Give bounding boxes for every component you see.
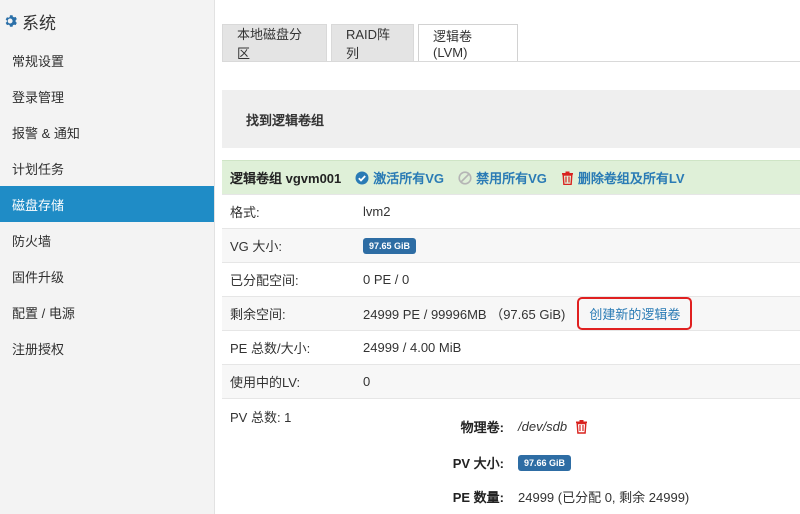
pe-total-row: PE 总数/大小: 24999 / 4.00 MiB: [222, 330, 800, 364]
trash-icon[interactable]: [575, 419, 588, 434]
sidebar-title: 系统: [22, 13, 56, 33]
sidebar-header: 系统: [0, 0, 214, 42]
activate-all-vg-button[interactable]: 激活所有VG: [355, 168, 444, 187]
sidebar-item-label: 配置 / 电源: [12, 305, 75, 321]
section-title: 找到逻辑卷组: [222, 90, 800, 148]
sidebar-nav: 常规设置 登录管理 报警 & 通知 计划任务 磁盘存储 防火墙 固件升级 配置 …: [0, 42, 214, 366]
sidebar-item-label: 磁盘存储: [12, 197, 65, 213]
free-space-row: 剩余空间: 24999 PE / 99996MB （97.65 GiB) 创建新…: [222, 296, 800, 330]
pv-pe-count-row: PE 数量: 24999 (已分配 0, 剩余 24999): [436, 487, 690, 506]
sidebar-item-firmware[interactable]: 固件升级: [0, 258, 214, 294]
main-content: 本地磁盘分区 RAID阵列 逻辑卷(LVM) 找到逻辑卷组 逻辑卷组 vgvm0…: [222, 0, 800, 514]
tab-raid[interactable]: RAID阵列: [331, 24, 414, 61]
pv-size-row: PV 大小: 97.66 GiB: [436, 453, 572, 472]
tab-label: RAID阵列: [346, 27, 391, 61]
check-circle-icon: [355, 171, 369, 184]
sidebar-item-label: 报警 & 通知: [12, 125, 80, 141]
create-lv-link[interactable]: 创建新的逻辑卷: [577, 297, 693, 330]
vg-size-badge: 97.65 GiB: [363, 237, 417, 254]
free-space-label: 剩余空间:: [230, 307, 286, 322]
sidebar-item-label: 防火墙: [12, 233, 52, 249]
delete-vg-label: 删除卷组及所有LV: [577, 171, 685, 186]
format-value: lvm2: [363, 204, 391, 219]
sidebar-item-general[interactable]: 常规设置: [0, 42, 214, 78]
format-label: 格式:: [230, 205, 260, 220]
disable-all-vg-button[interactable]: 禁用所有VG: [458, 168, 547, 187]
sidebar-item-label: 常规设置: [12, 53, 65, 69]
tab-lvm[interactable]: 逻辑卷(LVM): [418, 24, 518, 61]
format-row: 格式: lvm2: [222, 194, 800, 228]
lv-in-use-row: 使用中的LV: 0: [222, 364, 800, 398]
sidebar-item-disk-storage[interactable]: 磁盘存储: [0, 186, 214, 222]
pe-total-value: 24999 / 4.00 MiB: [363, 340, 462, 355]
vg-title: 逻辑卷组 vgvm001: [230, 171, 342, 186]
allocated-value: 0 PE / 0: [363, 272, 410, 287]
sidebar-item-scheduled-tasks[interactable]: 计划任务: [0, 150, 214, 186]
vg-size-label: VG 大小:: [230, 239, 283, 254]
sidebar: 系统 常规设置 登录管理 报警 & 通知 计划任务 磁盘存储 防火墙 固件升级 …: [0, 0, 215, 514]
section-title-text: 找到逻辑卷组: [246, 112, 325, 128]
ban-icon: [458, 170, 472, 185]
tab-local-partitions[interactable]: 本地磁盘分区: [222, 24, 327, 61]
sidebar-item-label: 注册授权: [12, 341, 65, 357]
vg-size-row: VG 大小: 97.65 GiB: [222, 228, 800, 262]
gear-icon: [5, 15, 17, 27]
lv-in-use-label: 使用中的LV:: [230, 375, 301, 390]
tab-label: 本地磁盘分区: [237, 27, 303, 61]
pv-size-label: PV 大小:: [452, 456, 504, 471]
activate-all-vg-label: 激活所有VG: [373, 171, 445, 186]
sidebar-item-label: 登录管理: [12, 89, 65, 105]
pv-size-badge: 97.66 GiB: [518, 454, 572, 471]
trash-icon: [561, 171, 573, 185]
tab-label: 逻辑卷(LVM): [433, 29, 473, 60]
sidebar-item-config-power[interactable]: 配置 / 电源: [0, 294, 214, 330]
vg-header: 逻辑卷组 vgvm001 激活所有VG 禁用所有VG 删除卷组及所有LV: [222, 160, 800, 194]
sidebar-item-label: 计划任务: [12, 161, 65, 177]
allocated-label: 已分配空间:: [230, 273, 299, 288]
sidebar-item-firewall[interactable]: 防火墙: [0, 222, 214, 258]
pv-pe-count-value: 24999 (已分配 0, 剩余 24999): [518, 490, 690, 505]
tab-bar: 本地磁盘分区 RAID阵列 逻辑卷(LVM): [222, 24, 522, 61]
allocated-row: 已分配空间: 0 PE / 0: [222, 262, 800, 296]
sidebar-item-alerts[interactable]: 报警 & 通知: [0, 114, 214, 150]
disable-all-vg-label: 禁用所有VG: [476, 171, 547, 186]
pe-total-label: PE 总数/大小:: [230, 341, 311, 356]
sidebar-item-license[interactable]: 注册授权: [0, 330, 214, 366]
free-space-value: 24999 PE / 99996MB （97.65 GiB): [363, 307, 566, 322]
pv-total-label: PV 总数: 1: [230, 410, 292, 425]
lv-in-use-value: 0: [363, 374, 371, 389]
pv-section: PV 总数: 1 物理卷: /dev/sdb PV 大小: 97.66 GiB …: [222, 398, 800, 514]
pv-device-row: 物理卷: /dev/sdb: [436, 417, 588, 436]
tab-divider: [222, 61, 800, 62]
pv-device-label: 物理卷:: [460, 420, 504, 435]
sidebar-item-login[interactable]: 登录管理: [0, 78, 214, 114]
pv-device-value: /dev/sdb: [518, 419, 568, 434]
sidebar-item-label: 固件升级: [12, 269, 65, 285]
pv-pe-count-label: PE 数量:: [452, 490, 504, 505]
delete-vg-button[interactable]: 删除卷组及所有LV: [561, 168, 685, 187]
